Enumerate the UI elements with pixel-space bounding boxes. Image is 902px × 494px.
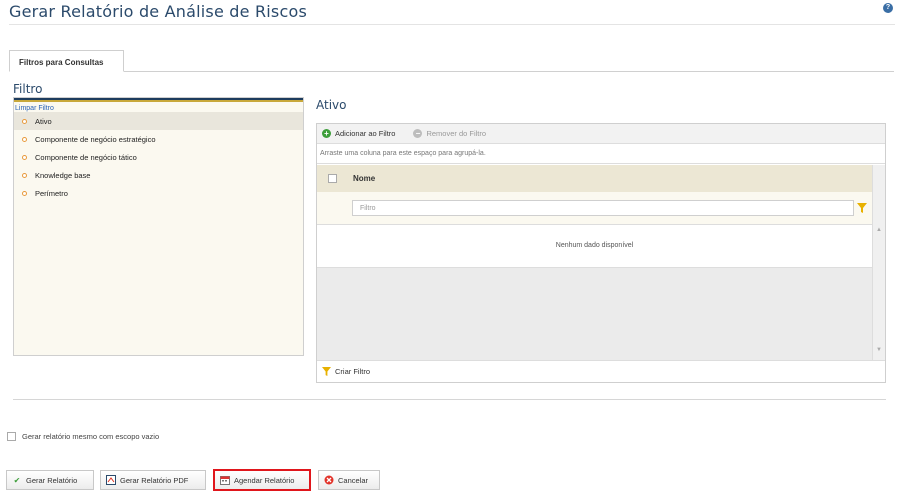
name-filter-input[interactable]: Filtro bbox=[352, 200, 854, 216]
schedule-report-button[interactable]: Agendar Relatório bbox=[213, 469, 311, 491]
bullet-icon bbox=[22, 136, 27, 142]
filter-item-perimetro[interactable]: Perímetro bbox=[14, 184, 303, 202]
filter-item-label: Knowledge base bbox=[35, 170, 91, 180]
generate-pdf-label: Gerar Relatório PDF bbox=[120, 475, 189, 485]
tab-filtros-para-consultas[interactable]: Filtros para Consultas bbox=[9, 50, 124, 72]
grid-header-row: Nome bbox=[317, 165, 872, 192]
generate-report-button[interactable]: ✔ Gerar Relatório bbox=[6, 470, 94, 490]
empty-scope-option[interactable]: Gerar relatório mesmo com escopo vazio bbox=[7, 432, 159, 441]
page-title: Gerar Relatório de Análise de Riscos bbox=[9, 2, 307, 21]
filter-item-label: Ativo bbox=[35, 116, 52, 126]
cancel-icon bbox=[324, 475, 334, 485]
filter-item-componente-estrategico[interactable]: Componente de negócio estratégico bbox=[14, 130, 303, 148]
empty-scope-label: Gerar relatório mesmo com escopo vazio bbox=[22, 432, 160, 441]
filter-item-label: Componente de negócio tático bbox=[35, 152, 137, 162]
bullet-icon bbox=[22, 154, 27, 160]
grid-toolbar: + Adicionar ao Filtro − Remover do Filtr… bbox=[317, 124, 885, 144]
calendar-icon bbox=[220, 475, 230, 485]
add-to-filter-button[interactable]: + Adicionar ao Filtro bbox=[322, 129, 395, 138]
clear-filter-link[interactable]: Limpar Filtro bbox=[14, 102, 303, 112]
filter-panel-title: Filtro bbox=[13, 82, 43, 96]
remove-from-filter-button[interactable]: − Remover do Filtro bbox=[413, 129, 486, 138]
generate-pdf-button[interactable]: Gerar Relatório PDF bbox=[100, 470, 206, 490]
pdf-icon bbox=[106, 475, 116, 485]
help-icon[interactable]: ? bbox=[883, 3, 893, 13]
empty-message: Nenhum dado disponível bbox=[317, 225, 872, 268]
checkmark-icon: ✔ bbox=[13, 475, 21, 485]
empty-scope-checkbox[interactable] bbox=[7, 432, 16, 441]
add-icon: + bbox=[322, 129, 331, 138]
cancel-button[interactable]: Cancelar bbox=[318, 470, 380, 490]
create-filter-label: Criar Filtro bbox=[335, 367, 370, 376]
remove-icon: − bbox=[413, 129, 423, 138]
title-divider bbox=[9, 24, 895, 25]
bullet-icon bbox=[22, 190, 27, 196]
generate-report-label: Gerar Relatório bbox=[26, 475, 78, 485]
section-divider bbox=[13, 399, 886, 400]
filter-item-ativo[interactable]: Ativo bbox=[14, 112, 303, 130]
select-all-checkbox[interactable] bbox=[328, 174, 337, 183]
grid-scrollbar[interactable]: ▲ ▼ bbox=[872, 165, 885, 360]
schedule-report-label: Agendar Relatório bbox=[234, 475, 295, 485]
column-header-nome[interactable]: Nome bbox=[353, 174, 375, 183]
filter-panel: Limpar Filtro Ativo Componente de negóci… bbox=[13, 97, 304, 356]
filter-item-knowledge-base[interactable]: Knowledge base bbox=[14, 166, 303, 184]
add-to-filter-label: Adicionar ao Filtro bbox=[335, 129, 396, 138]
group-drop-area[interactable]: Arraste uma coluna para este espaço para… bbox=[317, 144, 885, 164]
scroll-down-icon[interactable]: ▼ bbox=[876, 347, 882, 353]
bullet-icon bbox=[22, 118, 27, 124]
remove-from-filter-label: Remover do Filtro bbox=[426, 129, 487, 138]
scroll-up-icon[interactable]: ▲ bbox=[876, 227, 882, 233]
filter-item-label: Componente de negócio estratégico bbox=[35, 134, 156, 144]
filter-item-componente-tatico[interactable]: Componente de negócio tático bbox=[14, 148, 303, 166]
data-grid: + Adicionar ao Filtro − Remover do Filtr… bbox=[316, 123, 886, 383]
grid-filter-row: Filtro bbox=[317, 192, 872, 225]
create-filter-button[interactable]: Criar Filtro bbox=[317, 360, 885, 382]
bullet-icon bbox=[22, 172, 27, 178]
grid-title: Ativo bbox=[316, 98, 347, 112]
filter-funnel-icon[interactable] bbox=[857, 203, 867, 213]
tab-strip bbox=[9, 71, 894, 72]
filter-funnel-icon bbox=[322, 367, 331, 376]
cancel-label: Cancelar bbox=[338, 475, 369, 485]
grid-empty-area bbox=[317, 268, 872, 360]
filter-item-label: Perímetro bbox=[35, 188, 68, 198]
